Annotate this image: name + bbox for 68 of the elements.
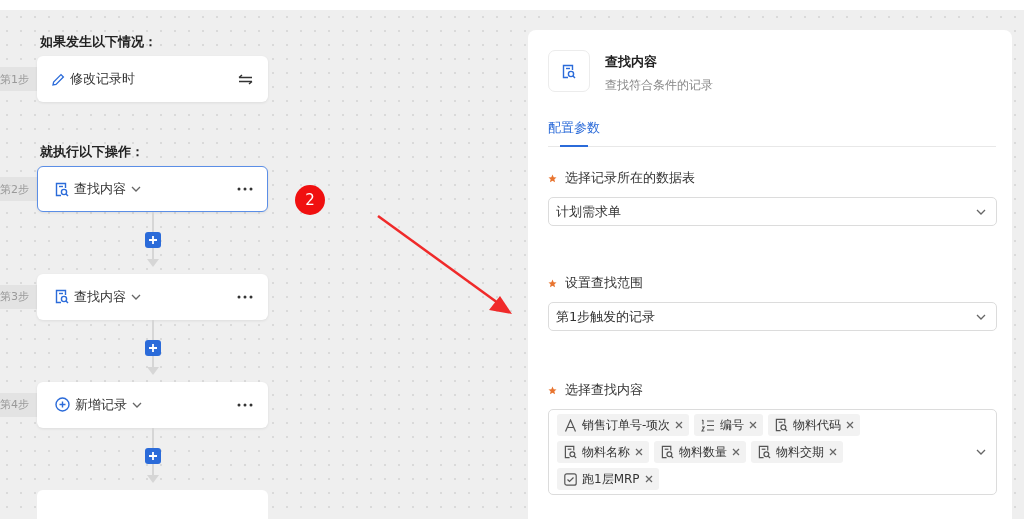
chevron-down-icon [131, 186, 141, 192]
section-heading: 就执行以下操作： [40, 143, 145, 161]
tab[interactable]: 配置参数 [548, 114, 600, 147]
panel-subtitle: 查找符合条件的记录 [605, 77, 713, 94]
document-search-icon [55, 289, 69, 305]
step-label: 第4步 [0, 397, 29, 413]
field-label: 选择查找内容 [565, 381, 643, 399]
add-step-button[interactable] [144, 447, 161, 464]
connector-arrow [146, 463, 159, 484]
document-search-icon [55, 181, 69, 197]
section-heading: 如果发生以下情况： [40, 33, 158, 51]
chevron-down-icon [976, 313, 986, 320]
document-search-icon [564, 445, 577, 459]
field-label: 选择记录所在的数据表 [565, 169, 695, 187]
plus-icon [147, 450, 158, 461]
numbered-list-icon [701, 418, 716, 432]
text-type-icon [564, 418, 577, 432]
close-icon[interactable] [644, 475, 653, 483]
step-title: 新增记录 [75, 395, 127, 414]
close-icon[interactable] [635, 448, 643, 456]
tag-label: 物料交期 [776, 443, 824, 461]
document-search-icon [661, 445, 674, 459]
checkbox-icon [564, 472, 577, 486]
field-label: 设置查找范围 [565, 274, 643, 292]
plus-icon [147, 343, 158, 353]
step-title: 查找内容 [74, 288, 126, 306]
swap-icon[interactable] [238, 73, 253, 85]
step-label: 第2步 [0, 181, 29, 197]
step-title: 查找内容 [74, 180, 126, 198]
tag-label: 编号 [720, 416, 745, 434]
step-label: 第3步 [0, 289, 29, 305]
document-search-icon [775, 418, 789, 432]
document-search-icon [758, 445, 771, 459]
tag-label: 物料数量 [679, 443, 727, 461]
chevron-down-icon [132, 401, 142, 408]
chevron-down-icon [976, 208, 986, 215]
chevron-down-icon [976, 449, 986, 455]
close-icon[interactable] [846, 421, 855, 429]
more-icon[interactable] [237, 295, 253, 299]
dropdown-field[interactable]: 第1步触发的记录 [548, 302, 997, 331]
close-icon[interactable] [732, 448, 740, 456]
panel-title: 查找内容 [605, 53, 658, 71]
plus-circle-icon [55, 397, 70, 413]
more-icon[interactable] [237, 187, 253, 191]
plus-icon [147, 235, 158, 245]
chevron-down-icon [131, 294, 141, 300]
tag-label: 物料代码 [793, 416, 842, 434]
pencil-icon [52, 72, 65, 86]
more-icon[interactable] [237, 402, 253, 407]
trigger-card[interactable]: 修改记录时 [37, 56, 268, 102]
step-card[interactable]: 查找内容 [37, 274, 268, 320]
step-label: 第1步 [0, 71, 29, 87]
tag-label: 销售订单号-项次 [582, 416, 671, 434]
connector-arrow [146, 248, 159, 268]
close-icon[interactable] [675, 421, 684, 429]
multi-select-field[interactable]: 销售订单号-项次 编号 物料代码 物料名称 物料数量 物料交期 跑1层MRP [548, 409, 997, 495]
document-search-icon [562, 63, 576, 79]
close-icon[interactable] [749, 421, 758, 429]
step-title: 修改记录时 [70, 70, 135, 88]
add-step-button[interactable] [144, 232, 161, 248]
step-card[interactable]: 查找内容 [37, 166, 268, 212]
connector-arrow [146, 356, 159, 376]
close-icon[interactable] [829, 448, 837, 456]
dropdown-field[interactable]: 计划需求单 [548, 197, 997, 226]
tag-label: 跑1层MRP [582, 470, 640, 488]
step-card[interactable]: 新增记录 [37, 381, 268, 428]
tag-label: 物料名称 [582, 443, 630, 461]
add-step-button[interactable] [144, 340, 161, 356]
